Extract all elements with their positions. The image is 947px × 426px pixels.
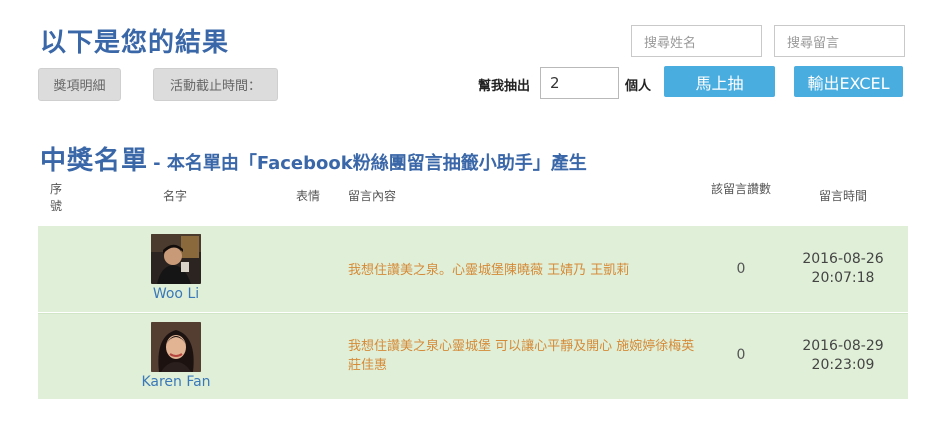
winner-date-text: 2016-08-26 <box>802 251 884 267</box>
winner-time: 2016-08-26 20:07:18 <box>793 250 893 288</box>
winner-message: 我想住讚美之泉。心靈城堡陳曉薇 王婧乃 王凱莉 <box>348 263 630 278</box>
table-row: Karen Fan 我想住讚美之泉心靈城堡 可以讓心平靜及開心 施婉婷徐梅英莊佳… <box>38 313 908 399</box>
draw-count-input[interactable]: 2 <box>540 67 619 99</box>
winners-subtitle: - 本名單由「Facebook粉絲團留言抽籤小助手」產生 <box>153 153 587 174</box>
winner-date-text: 2016-08-29 <box>802 338 884 354</box>
winner-time: 2016-08-29 20:23:09 <box>793 337 893 375</box>
winner-time-text: 20:23:09 <box>811 357 875 373</box>
winner-name-link[interactable]: Woo Li <box>116 286 236 302</box>
draw-count-label: 幫我抽出 <box>478 79 531 94</box>
winners-heading: 中獎名單 - 本名單由「Facebook粉絲團留言抽籤小助手」產生 <box>40 140 587 177</box>
winner-name-link[interactable]: Karen Fan <box>116 374 236 390</box>
winners-title: 中獎名單 <box>40 146 149 176</box>
draw-unit-label: 個人 <box>625 79 652 94</box>
winner-likes: 0 <box>736 347 746 363</box>
table-row: Woo Li 我想住讚美之泉。心靈城堡陳曉薇 王婧乃 王凱莉 0 2016-08… <box>38 226 908 312</box>
column-header-content: 留言內容 <box>348 189 397 203</box>
column-header-time: 留言時間 <box>818 189 867 203</box>
column-header-name: 名字 <box>162 189 187 203</box>
column-header-seq: 序號 <box>50 182 63 213</box>
prize-detail-button[interactable]: 獎項明細 <box>38 68 121 101</box>
column-header-likes: 該留言讚數 <box>710 182 771 196</box>
draw-now-button[interactable]: 馬上抽 <box>664 66 775 97</box>
winner-message: 我想住讚美之泉心靈城堡 可以讓心平靜及開心 施婉婷徐梅英莊佳惠 <box>348 339 695 373</box>
avatar[interactable] <box>151 322 201 372</box>
search-name-input[interactable]: 搜尋姓名 <box>631 25 762 57</box>
page-title: 以下是您的結果 <box>40 28 230 58</box>
export-excel-button[interactable]: 輸出EXCEL <box>794 66 903 97</box>
column-header-emotion: 表情 <box>295 189 320 203</box>
deadline-button[interactable]: 活動截止時間： <box>153 68 278 101</box>
avatar[interactable] <box>151 234 201 284</box>
winner-likes: 0 <box>736 261 746 277</box>
search-message-input[interactable]: 搜尋留言 <box>774 25 905 57</box>
winner-time-text: 20:07:18 <box>811 270 875 286</box>
